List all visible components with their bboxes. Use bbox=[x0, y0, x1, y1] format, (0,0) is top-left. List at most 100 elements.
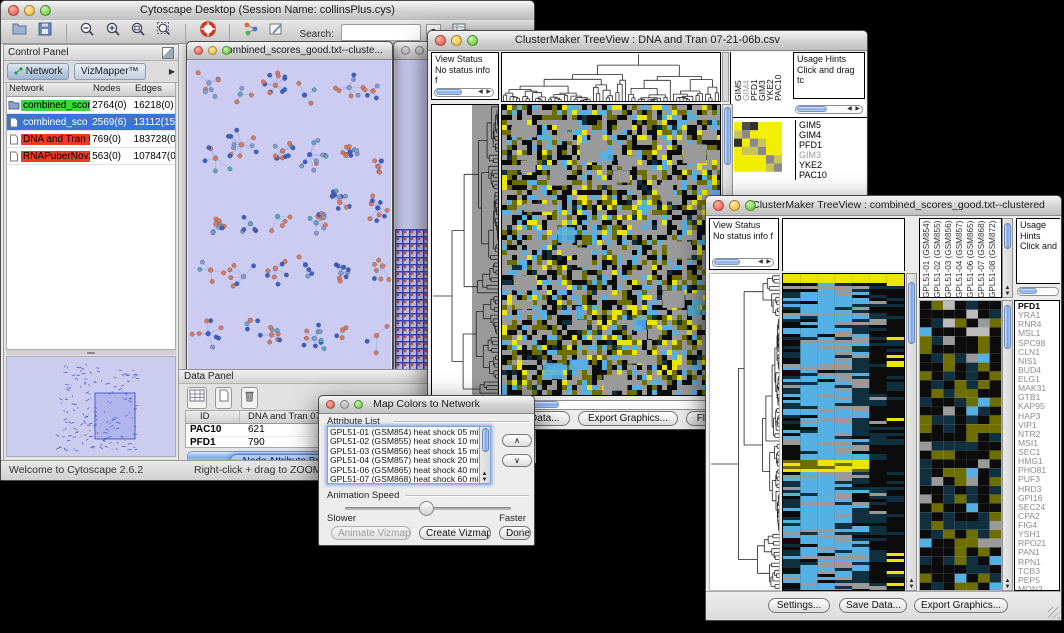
network-row[interactable]: DNA and Tran 07769(0)183728(0) bbox=[7, 131, 175, 148]
minimize-icon[interactable] bbox=[24, 5, 35, 16]
col-network[interactable]: Network bbox=[7, 83, 91, 96]
gene-label[interactable]: PAC10 bbox=[799, 170, 869, 180]
zoom-window-icon[interactable] bbox=[354, 400, 363, 409]
column-label[interactable]: GPL51-08 (GSM872) bbox=[988, 220, 999, 298]
create-vizmap-button[interactable]: Create Vizmap bbox=[419, 526, 491, 540]
animation-speed-slider-thumb[interactable] bbox=[419, 501, 434, 516]
column-dendrogram[interactable] bbox=[501, 52, 721, 102]
column-label[interactable]: GPL51-06 (GSM865) bbox=[966, 220, 977, 298]
close-icon[interactable] bbox=[713, 200, 724, 211]
view-status-hscrollbar[interactable]: ◀ ▶ bbox=[712, 258, 774, 267]
network-overview[interactable] bbox=[6, 356, 176, 457]
trash-icon[interactable] bbox=[241, 387, 258, 409]
network-name[interactable]: combined_sco bbox=[21, 117, 90, 128]
treeview-combined-titlebar[interactable]: ClusterMaker TreeView : combined_scores_… bbox=[706, 196, 1061, 216]
gene-label[interactable]: GIM3 bbox=[799, 150, 869, 160]
usage-hints-hscrollbar[interactable] bbox=[1017, 287, 1059, 296]
save-data-button[interactable]: Save Data... bbox=[839, 598, 907, 613]
column-label[interactable]: GPL51-02 (GSM855) bbox=[933, 220, 944, 298]
network-row[interactable]: RNAPuberNov2+I563(0)107847(0) bbox=[7, 148, 175, 165]
zoom-in-icon[interactable] bbox=[105, 21, 122, 45]
gene-label[interactable]: PFD1 bbox=[799, 140, 869, 150]
tab-network[interactable]: Network bbox=[7, 63, 69, 80]
gene-list-vscrollbar[interactable]: ▲▼ bbox=[1002, 300, 1013, 591]
heatmap-dna[interactable] bbox=[501, 104, 721, 396]
heatmap-combined-vscrollbar[interactable]: ▲▼ bbox=[906, 273, 917, 591]
close-icon[interactable] bbox=[326, 400, 335, 409]
attribute-list-vscrollbar[interactable]: ▲▼ bbox=[479, 427, 490, 483]
map-colors-titlebar[interactable]: Map Colors to Network bbox=[319, 396, 534, 414]
open-folder-icon[interactable] bbox=[11, 21, 29, 44]
column-labels-vscrollbar[interactable]: ▲▼ bbox=[1002, 218, 1013, 298]
column-label[interactable]: PFD1 bbox=[749, 53, 757, 101]
minimize-icon[interactable] bbox=[729, 200, 740, 211]
zoom-fit-icon[interactable] bbox=[130, 21, 147, 45]
column-label[interactable]: GPL51-01 (GSM854) bbox=[922, 220, 933, 298]
heatmap-combined[interactable] bbox=[782, 273, 905, 591]
gene-label[interactable]: GIM5 bbox=[799, 120, 869, 130]
zoom-window-icon[interactable] bbox=[467, 35, 478, 46]
row-dendrogram[interactable] bbox=[709, 273, 780, 591]
export-graphics-button[interactable]: Export Graphics... bbox=[578, 411, 678, 426]
move-down-button[interactable]: ∨ bbox=[502, 454, 532, 467]
network-row[interactable]: combined_scores2764(0)16218(0) bbox=[7, 97, 175, 114]
column-tree-scroll-strip[interactable] bbox=[722, 52, 729, 102]
export-graphics-button[interactable]: Export Graphics... bbox=[914, 598, 1008, 613]
network-row[interactable]: combined_sco2569(6)13112(15) bbox=[7, 114, 175, 131]
attribute-list-item[interactable]: GPL51-07 (GSM868) heat shock 60 min bbox=[330, 475, 488, 484]
network-window-1-titlebar[interactable]: combined_scores_good.txt--cluste... bbox=[187, 42, 392, 60]
close-icon[interactable] bbox=[194, 46, 203, 55]
gene-label[interactable]: YKE2 bbox=[799, 160, 869, 170]
row-dendrogram[interactable] bbox=[431, 104, 499, 396]
column-label[interactable]: YKE2 bbox=[765, 53, 773, 101]
col-nodes[interactable]: Nodes bbox=[91, 83, 133, 96]
attribute-listbox[interactable]: GPL51-01 (GSM854) heat shock 05 minGPL51… bbox=[327, 426, 491, 484]
network-canvas-1[interactable] bbox=[188, 60, 391, 369]
search-input[interactable] bbox=[341, 24, 421, 41]
move-up-button[interactable]: ∧ bbox=[502, 434, 532, 447]
panel-splitter[interactable] bbox=[6, 350, 176, 355]
network-window-1[interactable]: combined_scores_good.txt--cluste... bbox=[186, 41, 393, 369]
zoom-out-icon[interactable] bbox=[79, 21, 96, 45]
zoom-window-icon[interactable] bbox=[222, 46, 231, 55]
network-name[interactable]: RNAPuberNov2+I bbox=[21, 151, 90, 162]
settings-button[interactable]: Settings... bbox=[768, 598, 830, 613]
mini-heatmap[interactable] bbox=[734, 122, 782, 172]
usage-hints-hscrollbar[interactable]: ◀ ▶ bbox=[795, 105, 863, 114]
zoom-heatmap-panel[interactable] bbox=[919, 300, 1002, 591]
tab-vizmapper[interactable]: VizMapper™ bbox=[74, 63, 146, 80]
float-panel-icon[interactable] bbox=[162, 47, 174, 59]
close-icon[interactable] bbox=[435, 35, 446, 46]
minimize-icon[interactable] bbox=[340, 400, 349, 409]
resize-grip[interactable] bbox=[1048, 607, 1060, 619]
gene-label[interactable]: GIM4 bbox=[799, 130, 869, 140]
zoom-window-icon[interactable] bbox=[40, 5, 51, 16]
col-id[interactable]: ID bbox=[186, 411, 240, 423]
close-icon[interactable] bbox=[8, 5, 19, 16]
save-icon[interactable] bbox=[37, 21, 53, 44]
table-grid-icon[interactable] bbox=[187, 387, 207, 409]
minimize-icon[interactable] bbox=[415, 46, 424, 55]
zoom-window-icon[interactable] bbox=[745, 200, 756, 211]
column-label[interactable]: GPL51-04 (GSM857) bbox=[955, 220, 966, 298]
done-button[interactable]: Done bbox=[499, 526, 531, 540]
column-label[interactable]: GPL51-03 (GSM856) bbox=[944, 220, 955, 298]
minimize-icon[interactable] bbox=[208, 46, 217, 55]
new-doc-icon[interactable] bbox=[215, 387, 232, 409]
close-icon[interactable] bbox=[401, 46, 410, 55]
col-edges[interactable]: Edges bbox=[133, 83, 175, 96]
tab-overflow-arrow[interactable]: ▶ bbox=[169, 63, 175, 80]
zoom-selected-icon[interactable] bbox=[156, 21, 173, 45]
animate-vizmap-button[interactable]: Animate Vizmap bbox=[331, 526, 411, 540]
column-label[interactable]: PAC10 bbox=[773, 53, 781, 101]
column-label[interactable]: GIM4 bbox=[741, 53, 749, 101]
column-label[interactable]: GIM5 bbox=[733, 53, 741, 101]
column-label[interactable]: GIM3 bbox=[757, 53, 765, 101]
column-label[interactable]: GPL51-07 (GSM868) bbox=[977, 220, 988, 298]
minimize-icon[interactable] bbox=[451, 35, 462, 46]
treeview-dna-titlebar[interactable]: ClusterMaker TreeView : DNA and Tran 07-… bbox=[428, 31, 867, 51]
network-name[interactable]: DNA and Tran 07 bbox=[21, 134, 90, 145]
view-status-hscrollbar[interactable]: ◀ ▶ bbox=[434, 88, 494, 97]
main-titlebar[interactable]: Cytoscape Desktop (Session Name: collins… bbox=[1, 1, 534, 21]
network-name[interactable]: combined_scores bbox=[21, 100, 90, 111]
